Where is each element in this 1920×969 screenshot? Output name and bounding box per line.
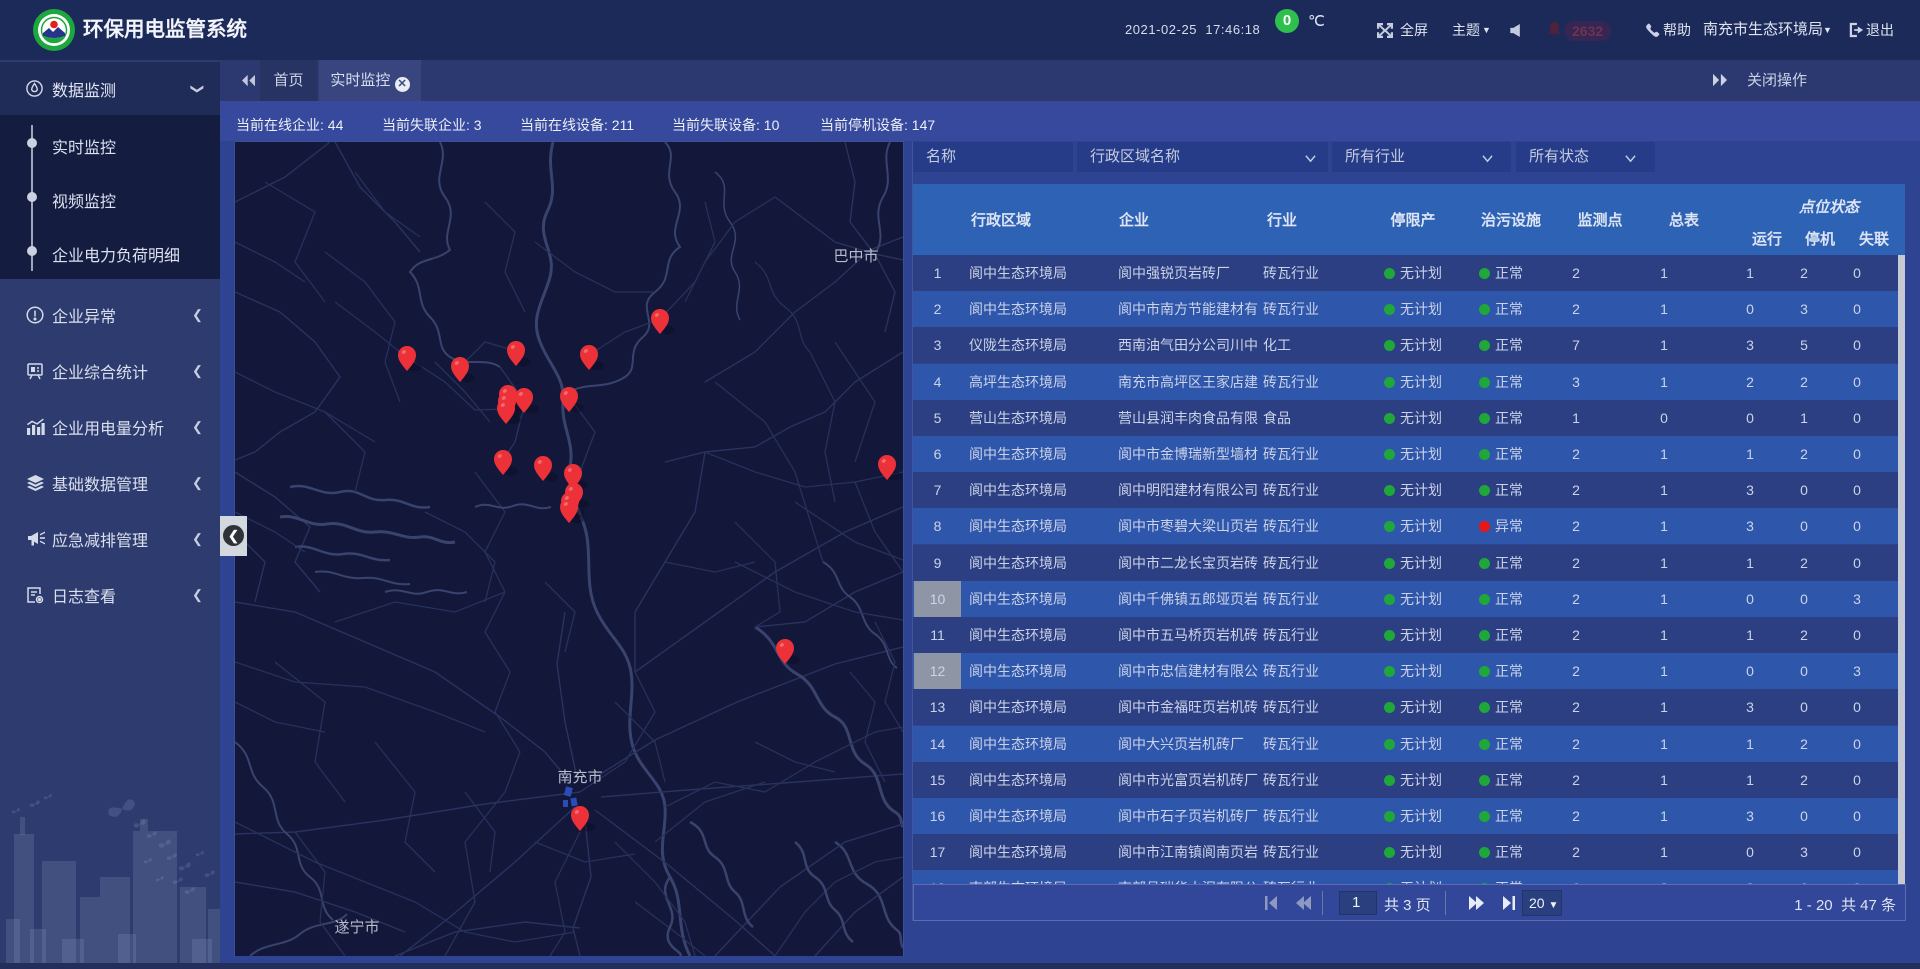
svg-text:巴中市: 巴中市 <box>833 248 878 265</box>
svg-text:遂宁市: 遂宁市 <box>334 919 379 936</box>
svg-text:南充市: 南充市 <box>557 769 602 786</box>
